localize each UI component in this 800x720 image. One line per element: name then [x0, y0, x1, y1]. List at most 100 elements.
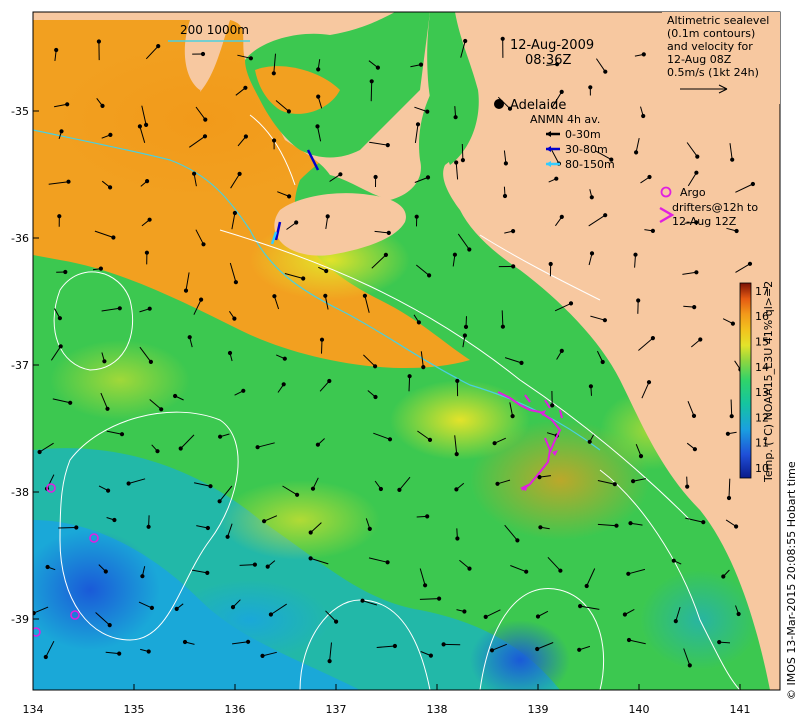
velocity-arrow-head: [425, 109, 430, 114]
velocity-arrow-head: [734, 228, 739, 234]
credit-text: © IMOS 13-Mar-2015 20:08:55 Hobart time: [785, 461, 798, 700]
velocity-arrow-head: [600, 359, 605, 365]
velocity-arrow-head: [636, 298, 641, 303]
velocity-arrow-head: [441, 642, 446, 647]
velocity-arrow-head: [316, 67, 321, 72]
velocity-arrow-head: [729, 414, 734, 419]
velocity-arrow-head: [437, 596, 442, 601]
velocity-arrow-head: [373, 394, 378, 400]
velocity-arrow-head: [367, 526, 372, 532]
velocity-arrow-head: [205, 525, 210, 531]
velocity-arrow-head: [338, 172, 343, 177]
velocity-arrow-head: [588, 384, 594, 389]
velocity-arrow-head: [225, 534, 230, 539]
velocity-arrow-head: [308, 556, 313, 561]
y-tick-label: -39: [11, 613, 29, 626]
velocity-arrow-head: [612, 482, 617, 487]
velocity-arrow-head: [538, 525, 543, 530]
velocity-arrow-head: [108, 132, 113, 137]
velocity-arrow-head: [386, 230, 391, 235]
velocity-arrow-head: [423, 583, 428, 588]
x-tick-label: 137: [326, 703, 347, 716]
velocity-arrow-head: [208, 484, 213, 489]
velocity-arrow-head: [554, 176, 559, 181]
velocity-arrow-head: [626, 637, 632, 643]
velocity-arrow-head: [701, 520, 706, 525]
velocity-arrow-head: [105, 406, 110, 411]
velocity-arrow-head: [111, 235, 116, 240]
velocity-arrow-head: [691, 413, 697, 418]
velocity-arrow-head: [584, 583, 589, 589]
velocity-arrow-head: [578, 604, 583, 609]
velocity-arrow-head: [268, 612, 273, 617]
velocity-arrow-head: [145, 179, 150, 184]
velocity-arrow-head: [373, 174, 378, 180]
velocity-arrow-head: [418, 62, 424, 67]
velocity-arrow: [730, 399, 733, 417]
velocity-arrow-head: [726, 495, 732, 501]
velocity-arrow-head: [66, 179, 71, 184]
velocity-arrow-head: [628, 521, 633, 526]
velocity-arrow-head: [730, 321, 736, 326]
velocity-arrow-head: [673, 619, 678, 624]
y-tick-label: -37: [11, 359, 29, 372]
velocity-arrow-head: [548, 261, 553, 267]
velocity-arrow-head: [294, 220, 299, 225]
velocity-arrow-head: [747, 261, 753, 266]
velocity-arrow-head: [59, 129, 64, 134]
velocity-arrow-head: [360, 598, 365, 603]
velocity-arrow-head: [323, 293, 328, 298]
velocity-arrow-head: [455, 378, 460, 383]
velocity-arrow-head: [641, 52, 646, 57]
velocity-arrow-head: [65, 102, 70, 107]
velocity-arrow-head: [397, 487, 402, 492]
plot-area: [33, 12, 780, 690]
velocity-arrow-head: [453, 115, 458, 120]
velocity-arrow-head: [126, 481, 131, 486]
altimetry-line: and velocity for: [667, 40, 753, 53]
velocity-arrow-head: [638, 454, 644, 459]
velocity-arrow-head: [316, 94, 321, 99]
map-time: 08:36Z: [525, 53, 571, 68]
velocity-arrow-head: [149, 605, 154, 611]
adelaide-marker: [494, 99, 504, 109]
velocity-arrow-head: [589, 195, 594, 200]
velocity-arrow-head: [495, 481, 500, 486]
velocity-arrow-head: [272, 138, 277, 143]
velocity-arrow-head: [467, 566, 472, 571]
y-tick-label: -35: [11, 105, 29, 118]
velocity-arrow-head: [633, 252, 638, 257]
velocity-arrow-head: [427, 437, 433, 442]
colorbar-label: Temp. (°C) NOAA15_L3U 41% ql>=2: [762, 280, 775, 482]
velocity-arrow-head: [385, 143, 390, 148]
velocity-arrow-head: [243, 85, 248, 90]
velocity-arrow-head: [282, 356, 287, 361]
velocity-arrow-head: [310, 486, 316, 491]
anmn-item-label: 30-80m: [565, 143, 608, 156]
velocity-arrow-head: [511, 264, 516, 269]
velocity-arrow-head: [107, 623, 112, 628]
velocity-arrow-head: [463, 38, 468, 44]
velocity-arrow-head: [750, 181, 756, 187]
velocity-arrow-head: [205, 570, 210, 576]
velocity-arrow-head: [203, 117, 208, 122]
velocity-arrow-head: [63, 269, 68, 275]
velocity-arrow-head: [319, 337, 325, 342]
velocity-arrow-head: [295, 492, 300, 497]
velocity-arrow-head: [650, 336, 656, 341]
anmn-item-label: 80-150m: [565, 158, 615, 171]
velocity-arrow-head: [281, 382, 286, 387]
velocity-arrow-head: [634, 150, 639, 155]
velocity-arrow-head: [734, 524, 739, 529]
velocity-arrow-head: [57, 214, 62, 219]
velocity-arrow-head: [500, 36, 505, 41]
velocity-arrow-head: [736, 611, 741, 617]
velocity-arrow-head: [57, 316, 63, 321]
velocity-arrow-head: [698, 337, 703, 342]
velocity-arrow-head: [102, 359, 107, 364]
velocity-arrow-head: [119, 432, 125, 437]
velocity-arrow-head: [187, 335, 192, 340]
velocity-arrow-head: [425, 175, 431, 180]
velocity-arrow-head: [68, 400, 73, 405]
x-tick-label: 136: [225, 703, 246, 716]
